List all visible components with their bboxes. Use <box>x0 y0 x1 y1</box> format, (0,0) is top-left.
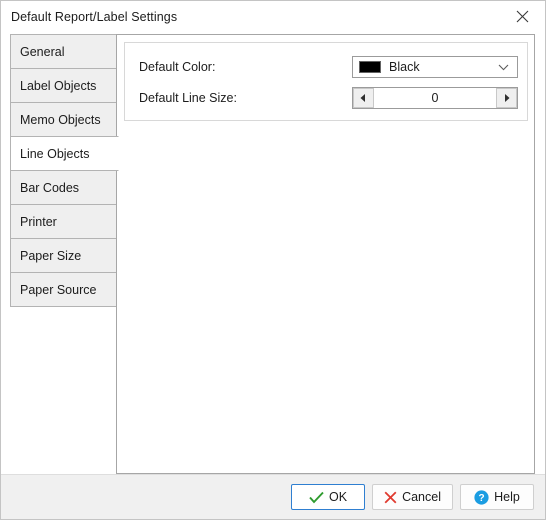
tab-label: General <box>20 44 65 59</box>
tab-line-objects[interactable]: Line Objects <box>10 136 119 171</box>
chevron-down-icon[interactable] <box>498 57 509 77</box>
help-button-label: Help <box>494 490 520 504</box>
tab-label: Printer <box>20 214 57 229</box>
close-button[interactable] <box>500 1 545 31</box>
default-color-label: Default Color: <box>139 60 216 74</box>
tab-content-panel: Default Color: Black Default Line Size: <box>116 34 535 474</box>
title-bar: Default Report/Label Settings <box>1 1 545 32</box>
tab-paper-source[interactable]: Paper Source <box>10 272 117 307</box>
default-color-row: Default Color: Black <box>139 56 518 78</box>
settings-group-box: Default Color: Black Default Line Size: <box>124 42 528 121</box>
close-icon <box>516 10 529 23</box>
triangle-right-icon[interactable] <box>496 88 517 108</box>
dialog-body: General Label Objects Memo Objects Line … <box>1 32 545 474</box>
tab-label: Paper Size <box>20 248 82 263</box>
settings-dialog: Default Report/Label Settings General La… <box>0 0 546 520</box>
default-color-value: Black <box>389 60 420 74</box>
default-line-size-label: Default Line Size: <box>139 91 237 105</box>
tab-printer[interactable]: Printer <box>10 204 117 239</box>
x-icon <box>384 491 397 504</box>
default-line-size-row: Default Line Size: 0 <box>139 87 518 109</box>
triangle-left-icon[interactable] <box>353 88 374 108</box>
color-swatch <box>359 61 381 73</box>
default-line-size-value[interactable]: 0 <box>374 88 496 108</box>
svg-text:?: ? <box>479 493 485 504</box>
tab-list: General Label Objects Memo Objects Line … <box>10 34 119 307</box>
default-line-size-spinner[interactable]: 0 <box>352 87 518 109</box>
dialog-footer: OK Cancel ? Help <box>1 474 545 519</box>
tab-memo-objects[interactable]: Memo Objects <box>10 102 117 137</box>
cancel-button[interactable]: Cancel <box>372 484 453 510</box>
tab-label-objects[interactable]: Label Objects <box>10 68 117 103</box>
tab-label: Memo Objects <box>20 112 101 127</box>
tab-label: Bar Codes <box>20 180 80 195</box>
ok-button-label: OK <box>329 490 348 504</box>
ok-button[interactable]: OK <box>291 484 366 510</box>
tab-label: Line Objects <box>20 146 90 161</box>
tab-label: Label Objects <box>20 78 97 93</box>
help-button[interactable]: ? Help <box>460 484 534 510</box>
question-circle-icon: ? <box>474 489 489 505</box>
cancel-button-label: Cancel <box>402 490 441 504</box>
tab-label: Paper Source <box>20 282 97 297</box>
tab-general[interactable]: General <box>10 34 117 69</box>
default-color-combobox[interactable]: Black <box>352 56 518 78</box>
check-icon <box>309 491 324 504</box>
tab-bar-codes[interactable]: Bar Codes <box>10 170 117 205</box>
window-title: Default Report/Label Settings <box>11 9 178 24</box>
tab-paper-size[interactable]: Paper Size <box>10 238 117 273</box>
